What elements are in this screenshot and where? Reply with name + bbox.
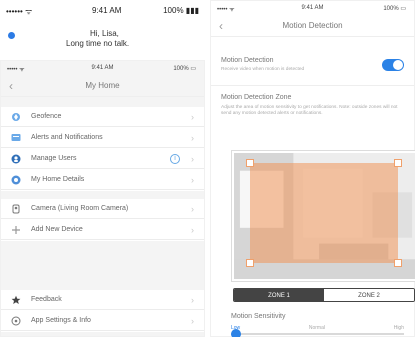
battery-indicator: 100% ▮▮▮ (163, 6, 199, 15)
list-item-alerts[interactable]: Alerts and Notifications › (1, 128, 204, 148)
signal-indicator: •••••• ᯤ (6, 7, 33, 16)
zone-handle-bottom-right[interactable] (394, 259, 402, 267)
settings-group-2: Camera (Living Room Camera) › Add New De… (1, 199, 204, 241)
chat-snippet: •••••• ᯤ 9:41 AM 100% ▮▮▮ Hi, Lisa, Long… (0, 0, 205, 58)
zone-handle-top-right[interactable] (394, 159, 402, 167)
zone-1-tab[interactable]: ZONE 1 (234, 289, 324, 301)
sensitivity-title: Motion Sensitivity (231, 313, 286, 320)
chevron-right-icon: › (191, 225, 194, 235)
status-bar: •••••• ᯤ 9:41 AM 100% ▮▮▮ (6, 6, 199, 16)
list-item-app-settings[interactable]: App Settings & Info › (1, 311, 204, 331)
slider-thumb[interactable] (231, 329, 241, 337)
motion-detection-toggle[interactable] (382, 59, 404, 71)
motion-detection-screen: ••••• ᯤ 9:41 AM 100% ▭ ‹ Motion Detectio… (210, 0, 415, 337)
list-item-geofence[interactable]: Geofence › (1, 107, 204, 127)
zone-handle-top-left[interactable] (246, 159, 254, 167)
chevron-right-icon: › (191, 112, 194, 122)
zone-2-tab[interactable]: ZONE 2 (324, 289, 414, 301)
list-item-label: My Home Details (31, 176, 85, 183)
list-item-label: Camera (Living Room Camera) (31, 205, 129, 212)
list-item-add-device[interactable]: Add New Device › (1, 220, 204, 240)
status-bar: ••••• ᯤ 9:41 AM 100% ▭ (211, 1, 414, 15)
motion-zone-overlay[interactable] (250, 163, 398, 263)
add-icon (12, 226, 20, 234)
motion-detection-subtitle: Receive video when motion is detected (221, 67, 305, 72)
sensitivity-slider[interactable] (231, 329, 404, 337)
geofence-icon (12, 113, 20, 121)
list-item-manage-users[interactable]: Manage Users i › (1, 149, 204, 169)
motion-detection-label: Motion Detection (221, 57, 274, 64)
info-icon[interactable]: i (170, 154, 180, 164)
zone-handle-bottom-left[interactable] (246, 259, 254, 267)
divider (211, 85, 414, 86)
time: 9:41 AM (92, 6, 122, 15)
settings-group-3: Feedback › App Settings & Info › (1, 290, 204, 332)
alerts-icon (11, 134, 21, 141)
star-icon (11, 295, 21, 304)
zone-editor[interactable] (231, 150, 415, 282)
message-line-1: Hi, Lisa, (90, 29, 119, 38)
nav-bar: ‹ Motion Detection (211, 15, 414, 37)
settings-icon (11, 316, 21, 326)
chevron-right-icon: › (191, 204, 194, 214)
list-item-label: Geofence (31, 113, 62, 120)
list-item-label: Manage Users (31, 155, 77, 162)
status-bar: ••••• ᯤ 9:41 AM 100% ▭ (1, 61, 204, 75)
chevron-right-icon: › (191, 133, 194, 143)
toggle-knob (393, 60, 403, 70)
users-icon (11, 154, 21, 164)
camera-preview (234, 153, 415, 279)
camera-icon (12, 204, 20, 214)
home-details-icon (11, 175, 21, 185)
unread-dot (8, 32, 15, 39)
list-item-label: App Settings & Info (31, 317, 91, 324)
list-item-label: Alerts and Notifications (31, 134, 103, 141)
list-item-home-details[interactable]: My Home Details › (1, 170, 204, 190)
page-title: Motion Detection (282, 21, 343, 30)
screenshot: •••••• ᯤ 9:41 AM 100% ▮▮▮ Hi, Lisa, Long… (0, 0, 415, 337)
chevron-right-icon: › (191, 175, 194, 185)
my-home-screen: ••••• ᯤ 9:41 AM 100% ▭ ‹ My Home Geofenc… (0, 60, 205, 337)
settings-group-1: Geofence › Alerts and Notifications › Ma… (1, 107, 204, 191)
page-title: My Home (85, 81, 120, 90)
message: Hi, Lisa, Long time no talk. (6, 26, 196, 52)
list-item-label: Feedback (31, 296, 62, 303)
sensitivity-high-label: High (393, 325, 404, 331)
chevron-right-icon: › (191, 154, 194, 164)
zone-segmented-control: ZONE 1 ZONE 2 (233, 288, 415, 302)
chevron-right-icon: › (191, 295, 194, 305)
nav-bar: ‹ My Home (1, 75, 204, 97)
battery-indicator: 100% ▭ (173, 66, 196, 72)
message-line-2: Long time no talk. (66, 39, 130, 48)
zone-description: Adjust the area of motion sensitivity to… (221, 105, 398, 116)
chevron-right-icon: › (191, 316, 194, 326)
list-item-camera[interactable]: Camera (Living Room Camera) › (1, 199, 204, 219)
battery-indicator: 100% ▭ (383, 6, 406, 12)
list-item-label: Add New Device (31, 226, 83, 233)
zone-title: Motion Detection Zone (221, 94, 292, 101)
sensitivity-normal-label: Normal (308, 325, 325, 331)
list-item-feedback[interactable]: Feedback › (1, 290, 204, 310)
